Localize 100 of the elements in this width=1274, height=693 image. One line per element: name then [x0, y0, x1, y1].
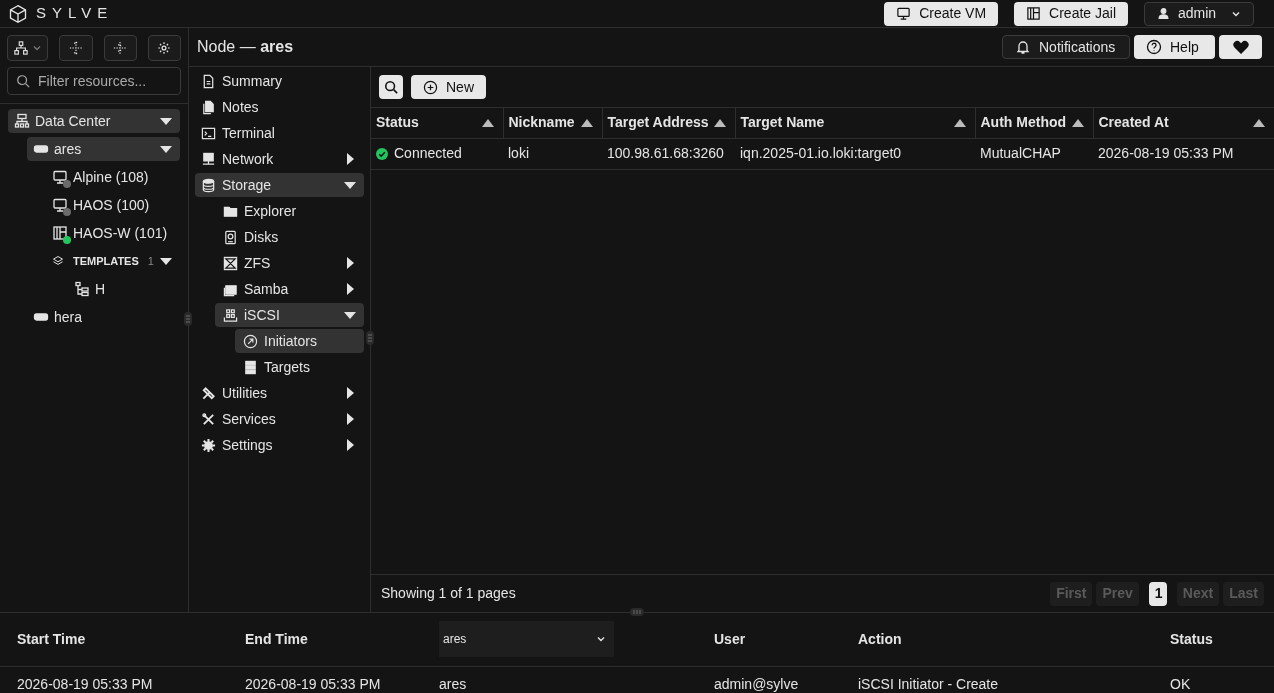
computer-icon [201, 151, 216, 167]
monitor-icon [52, 197, 68, 213]
nav-item[interactable]: Samba [215, 277, 364, 301]
cube-logo-icon [8, 3, 28, 24]
favorite-button[interactable] [1219, 35, 1262, 59]
filter-dropdown[interactable]: ares [439, 621, 614, 658]
column-header[interactable]: Target Address [607, 112, 730, 134]
table-cell: iqn.2025-01.io.loki:target0 [740, 145, 902, 161]
heart-icon [1232, 40, 1249, 54]
grip-icon [633, 610, 641, 614]
nav-item[interactable]: Initiators [235, 329, 364, 353]
column-header[interactable]: Target Name [740, 112, 970, 134]
nav-item[interactable]: Targets [235, 355, 364, 379]
new-button[interactable]: New [411, 75, 486, 99]
page-button[interactable]: 1 [1148, 581, 1167, 606]
sort-icon [953, 118, 966, 127]
triangle-pattern-icon [223, 255, 238, 271]
pagination-summary: Showing 1 of 1 pages [381, 584, 516, 603]
bell-icon [1015, 39, 1031, 55]
nav-item[interactable]: Storage [195, 173, 364, 197]
column-header[interactable]: Auth Method [980, 112, 1088, 134]
tree-item[interactable]: hera [27, 305, 180, 329]
nav-item[interactable]: Services [195, 407, 364, 431]
monitor-icon [896, 6, 912, 21]
tree-structure-icon [74, 281, 90, 297]
document-icon [201, 73, 216, 89]
settings-button[interactable] [147, 35, 181, 61]
nav-item[interactable]: Disks [215, 225, 364, 249]
search-icon [16, 74, 30, 88]
tree-item[interactable]: HAOS-W (101) [46, 221, 180, 245]
tree-item[interactable]: HAOS (100) [46, 193, 180, 217]
table-cell: 2026-08-19 05:33 PM [1098, 145, 1234, 161]
resize-handle[interactable] [366, 331, 374, 345]
nav-item[interactable]: Explorer [215, 199, 364, 223]
tree-item[interactable]: H [66, 277, 180, 301]
create-jail-button[interactable]: Create Jail [1014, 1, 1128, 26]
tree-item[interactable]: TEMPLATES 1 [46, 249, 180, 273]
sort-icon [1253, 118, 1265, 127]
notifications-button[interactable]: Notifications [1002, 35, 1130, 59]
tree-label: HAOS-W (101) [73, 223, 168, 243]
tree-item[interactable]: ares [27, 137, 180, 161]
tree-label: HAOS (100) [73, 195, 150, 215]
nav-item[interactable]: ZFS [215, 251, 364, 275]
layers-icon [52, 255, 64, 267]
cell-bars-icon [52, 225, 68, 241]
terminal-icon [201, 125, 216, 141]
expand-button[interactable] [59, 35, 93, 61]
column-header: Action [858, 630, 902, 647]
nav-item[interactable]: Settings [195, 433, 364, 457]
group-label: TEMPLATES [73, 253, 139, 269]
help-button[interactable]: Help [1134, 35, 1215, 59]
column-header[interactable]: Created At [1098, 112, 1269, 134]
nav-item[interactable]: Utilities [195, 381, 364, 405]
item-count: 1 [147, 253, 154, 269]
search-button[interactable] [379, 75, 403, 99]
nav-item[interactable]: Terminal [195, 121, 364, 145]
hierarchy-icon [14, 113, 30, 129]
page-title: Node — ares [197, 37, 294, 57]
sort-icon [580, 118, 593, 127]
nav-item[interactable]: Notes [195, 95, 364, 119]
resize-handle[interactable] [630, 608, 644, 616]
plus-circle-icon [423, 79, 438, 95]
cell-bars-icon [1026, 6, 1042, 21]
monitor-icon [52, 169, 68, 185]
tree-view-button[interactable] [7, 35, 49, 61]
resize-handle[interactable] [184, 312, 192, 326]
tree-label: hera [54, 307, 83, 327]
column-header[interactable]: Nickname [508, 112, 597, 134]
nav-item[interactable]: iSCSI [215, 303, 364, 327]
tree-item[interactable]: Alpine (108) [46, 165, 180, 189]
table-cell: ares [439, 675, 467, 692]
pages-icon [201, 99, 216, 115]
filter-field[interactable]: Filter resources... [7, 67, 181, 95]
sort-icon [713, 118, 726, 127]
database-icon [201, 177, 216, 193]
column-header: User [714, 630, 746, 647]
table-cell: MutualCHAP [980, 145, 1061, 161]
grip-icon [368, 334, 372, 342]
tree-label: Data Center [35, 111, 111, 131]
settings-icon [201, 437, 216, 453]
tree-label: Alpine (108) [73, 167, 149, 187]
help-icon [1146, 39, 1162, 55]
create-vm-button[interactable]: Create VM [884, 1, 999, 26]
column-header: Status [1170, 630, 1213, 647]
column-header[interactable]: Status [376, 112, 498, 134]
tools-cross-icon [201, 411, 216, 427]
chevron-down-icon [31, 43, 42, 53]
table-cell: admin@sylve [714, 675, 799, 692]
column-header: Start Time [17, 630, 86, 647]
nav-item[interactable]: Network [195, 147, 364, 171]
tree-label: ares [54, 139, 82, 159]
column-header: End Time [245, 630, 308, 647]
filter-input[interactable]: Filter resources... [38, 70, 172, 92]
tree-item[interactable]: Data Center [8, 109, 180, 133]
nav-item[interactable]: Summary [195, 69, 364, 93]
user-menu[interactable]: admin [1144, 1, 1254, 26]
server-grid-icon [223, 307, 238, 323]
server-rack-icon [243, 359, 258, 375]
arrow-circle-icon [243, 333, 258, 349]
collapse-button[interactable] [103, 35, 137, 61]
